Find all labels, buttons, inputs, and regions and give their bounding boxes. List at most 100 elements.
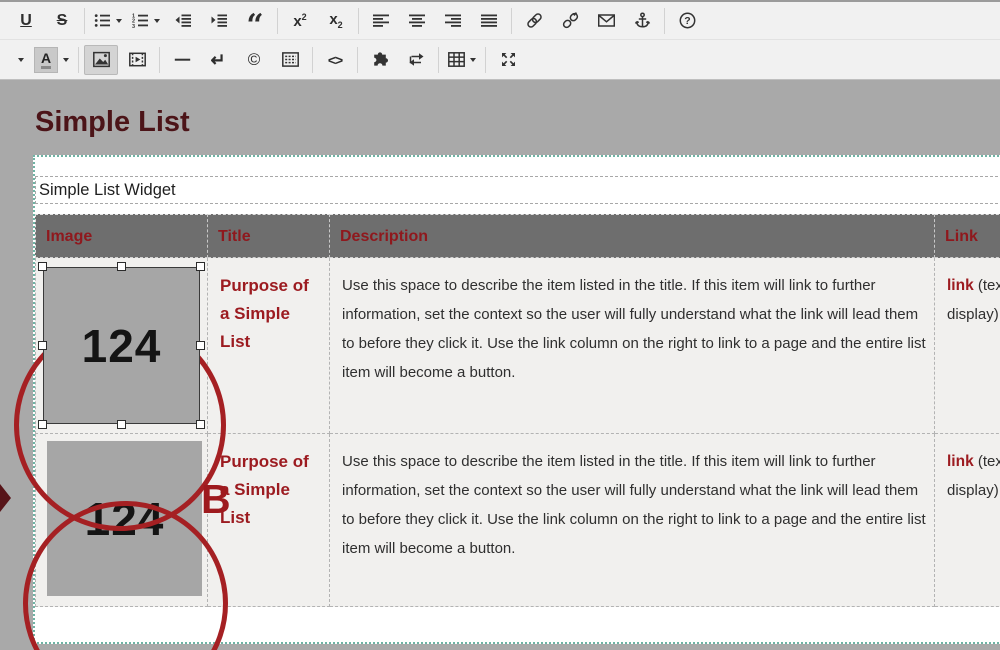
repeat-button[interactable]: [399, 45, 433, 75]
text-color-button[interactable]: A: [30, 45, 73, 75]
edge-marker-icon: [0, 484, 11, 512]
image-cell[interactable]: 124: [35, 258, 208, 434]
resize-handle-w[interactable]: [38, 341, 47, 350]
toolbar-separator: [485, 47, 486, 73]
underline-button[interactable]: U: [9, 6, 43, 36]
link-cell[interactable]: link (text to display): [935, 434, 1000, 607]
subscript-button[interactable]: x2: [319, 6, 353, 36]
align-left-icon: [373, 12, 390, 29]
horizontal-rule-button[interactable]: [165, 45, 199, 75]
toolbar-separator: [358, 8, 359, 34]
outdent-icon: [175, 12, 192, 29]
resize-handle-ne[interactable]: [196, 262, 205, 271]
subscript-icon: x2: [329, 12, 342, 30]
align-justify-icon: [481, 12, 498, 29]
column-header-description[interactable]: Description: [330, 214, 935, 258]
align-right-button[interactable]: [436, 6, 470, 36]
unlink-icon: [562, 12, 579, 29]
fieldset-icon: [282, 51, 299, 68]
annotation-label-b: B: [201, 476, 231, 523]
chevron-down-icon: [18, 58, 24, 62]
plugin-icon: [372, 51, 389, 68]
toolbar-separator: [277, 8, 278, 34]
anchor-icon: [634, 12, 651, 29]
underline-icon: U: [20, 13, 32, 29]
resize-handle-e[interactable]: [196, 341, 205, 350]
resize-handle-sw[interactable]: [38, 420, 47, 429]
simple-list-widget[interactable]: Simple List Widget ImageTitleDescription…: [33, 155, 1000, 644]
blockquote-button[interactable]: “: [238, 6, 272, 36]
column-header-image[interactable]: Image: [35, 214, 208, 258]
dropdown-caret-button[interactable]: [9, 45, 28, 75]
copyright-icon: ©: [248, 51, 261, 68]
toolbar-separator: [159, 47, 160, 73]
image-placeholder[interactable]: 124: [43, 267, 200, 424]
chevron-down-icon: [154, 19, 160, 23]
table-button[interactable]: [444, 45, 480, 75]
numbered-list-icon: 123: [132, 12, 149, 29]
editor-content-area[interactable]: Simple List Simple List Widget ImageTitl…: [0, 80, 1000, 650]
superscript-icon: x2: [293, 13, 306, 29]
chevron-down-icon: [470, 58, 476, 62]
toolbar-separator: [312, 47, 313, 73]
blockquote-icon: “: [246, 13, 263, 29]
image-button[interactable]: [84, 45, 118, 75]
media-embed-icon: [129, 51, 146, 68]
horizontal-rule-icon: [174, 51, 191, 68]
strikethrough-button[interactable]: S: [45, 6, 79, 36]
help-icon: ?: [679, 12, 696, 29]
source-code-button[interactable]: <>: [318, 45, 352, 75]
indent-button[interactable]: [202, 6, 236, 36]
link-icon: [526, 12, 543, 29]
align-center-icon: [409, 12, 426, 29]
unlink-button[interactable]: [553, 6, 587, 36]
svg-text:3: 3: [132, 24, 135, 29]
image-placeholder[interactable]: 124: [47, 441, 202, 596]
align-justify-button[interactable]: [472, 6, 506, 36]
bulleted-list-button[interactable]: [90, 6, 126, 36]
align-left-button[interactable]: [364, 6, 398, 36]
repeat-icon: [408, 51, 425, 68]
resize-handle-s[interactable]: [117, 420, 126, 429]
resize-handle-n[interactable]: [117, 262, 126, 271]
numbered-list-button[interactable]: 123: [128, 6, 164, 36]
strikethrough-icon: S: [57, 13, 68, 29]
mail-button[interactable]: [589, 6, 623, 36]
title-cell[interactable]: Purpose of a Simple List: [208, 258, 330, 434]
align-center-button[interactable]: [400, 6, 434, 36]
column-header-title[interactable]: Title: [208, 214, 330, 258]
toolbar-row-1: U S 123 “ x2 x2?: [0, 2, 1000, 40]
resize-handle-se[interactable]: [196, 420, 205, 429]
maximize-icon: [500, 51, 517, 68]
image-cell[interactable]: 124: [35, 434, 208, 607]
anchor-button[interactable]: [625, 6, 659, 36]
link-button[interactable]: [517, 6, 551, 36]
toolbar-separator: [84, 8, 85, 34]
simple-list-table[interactable]: ImageTitleDescriptionLink 124Purpose of a…: [35, 214, 1000, 607]
line-break-button[interactable]: ↵: [201, 45, 235, 75]
plugin-button[interactable]: [363, 45, 397, 75]
fieldset-button[interactable]: [273, 45, 307, 75]
help-button[interactable]: ?: [670, 6, 704, 36]
link-cell[interactable]: link (text to display): [935, 258, 1000, 434]
resize-handle-nw[interactable]: [38, 262, 47, 271]
copyright-button[interactable]: ©: [237, 45, 271, 75]
description-cell[interactable]: Use this space to describe the item list…: [330, 258, 935, 434]
superscript-button[interactable]: x2: [283, 6, 317, 36]
outdent-button[interactable]: [166, 6, 200, 36]
media-embed-button[interactable]: [120, 45, 154, 75]
table-icon: [448, 51, 465, 68]
maximize-button[interactable]: [491, 45, 525, 75]
description-cell[interactable]: Use this space to describe the item list…: [330, 434, 935, 607]
link-label: link: [947, 277, 974, 294]
link-label: link: [947, 453, 974, 470]
selected-image-placeholder[interactable]: 124: [43, 267, 200, 424]
toolbar-separator: [438, 47, 439, 73]
widget-label: Simple List Widget: [35, 176, 1000, 204]
column-header-link[interactable]: Link: [935, 214, 1000, 258]
chevron-down-icon: [63, 58, 69, 62]
toolbar-separator: [511, 8, 512, 34]
toolbar-row-2: A ↵ © <>: [0, 40, 1000, 79]
line-break-icon: ↵: [210, 51, 225, 69]
align-right-icon: [445, 12, 462, 29]
